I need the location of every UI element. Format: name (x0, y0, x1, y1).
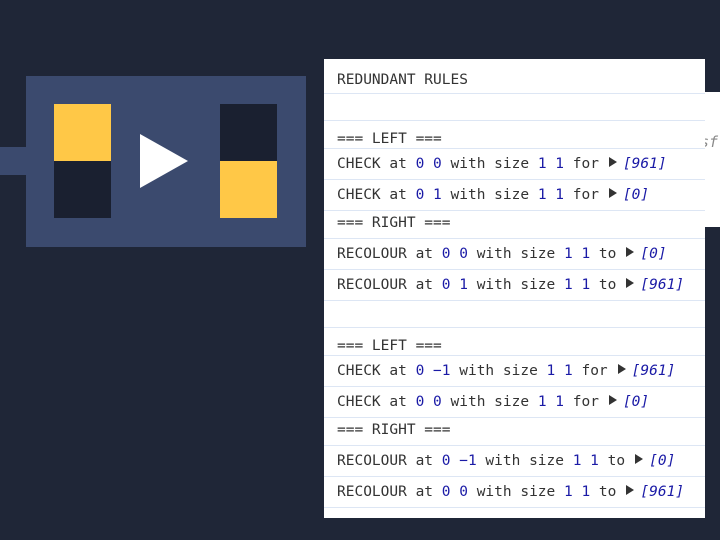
rule-row: CHECK at 0 0 with size 1 1 for [0] (324, 387, 705, 418)
expand-triangle-icon[interactable] (608, 395, 617, 405)
rule-colour: [0] (649, 453, 676, 469)
left-header-text: === LEFT === (337, 338, 442, 354)
rule-position: 0 −1 (441, 453, 477, 469)
rule-row: RECOLOUR at 0 −1 with size 1 1 to [0] (324, 446, 705, 477)
rule-size: 1 1 (537, 187, 565, 203)
rule-keyword: for (564, 394, 599, 410)
rule-keyword: for (564, 156, 599, 172)
rule-colour: [961] (622, 156, 667, 172)
rule-command: RECOLOUR at (337, 453, 442, 469)
after-cell-bottom (220, 161, 277, 218)
expand-triangle-icon[interactable] (626, 247, 635, 257)
rule-command: RECOLOUR at (337, 246, 442, 262)
rule-with: with size (441, 394, 538, 410)
left-header: === LEFT === (324, 328, 705, 356)
rule-size: 1 1 (546, 363, 573, 379)
rule-keyword: to (590, 277, 617, 293)
expand-triangle-icon[interactable] (626, 278, 635, 288)
section-spacer (324, 94, 705, 121)
expand-triangle-icon[interactable] (617, 364, 626, 374)
rule-with: with size (467, 277, 564, 293)
rule-row: RECOLOUR at 0 0 with size 1 1 to [0] (324, 239, 705, 270)
rule-command: RECOLOUR at (337, 484, 442, 500)
rule-row: CHECK at 0 −1 with size 1 1 for [961] (324, 356, 705, 387)
rule-row-text: RECOLOUR at 0 1 with size 1 1 to [961] (337, 276, 684, 294)
rule-with: with size (441, 187, 538, 203)
rule-colour: [0] (622, 394, 650, 410)
rule-with: with size (450, 363, 547, 379)
rule-row-text: CHECK at 0 −1 with size 1 1 for [961] (337, 362, 675, 380)
rule-row: CHECK at 0 1 with size 1 1 for [0] (324, 180, 705, 211)
rule-row-text: CHECK at 0 1 with size 1 1 for [0] (337, 186, 649, 204)
rule-row-text: CHECK at 0 0 with size 1 1 for [0] (337, 393, 649, 411)
rule-position: 0 1 (441, 277, 468, 293)
connector-stub (0, 147, 28, 175)
rule-with: with size (476, 453, 573, 469)
rule-preview (26, 76, 306, 247)
rule-with: with size (467, 246, 564, 262)
rule-size: 1 1 (564, 246, 591, 262)
rule-size: 1 1 (564, 277, 591, 293)
rule-row: RECOLOUR at 0 1 with size 1 1 to [961] (324, 270, 705, 301)
title-row: REDUNDANT RULES (324, 59, 705, 94)
rule-row: RECOLOUR at 0 0 with size 1 1 to [961] (324, 477, 705, 508)
rule-size: 1 1 (537, 156, 565, 172)
rule-command: CHECK at (337, 156, 416, 172)
after-cell-top (220, 104, 277, 161)
rule-row-text: RECOLOUR at 0 −1 with size 1 1 to [0] (337, 452, 675, 470)
rule-size: 1 1 (564, 484, 591, 500)
rule-command: CHECK at (337, 394, 416, 410)
right-header: === RIGHT === (324, 211, 705, 239)
rule-position: 0 0 (441, 484, 468, 500)
left-header: === LEFT === (324, 121, 705, 149)
rule-colour: [961] (640, 484, 685, 500)
rule-position: 0 0 (441, 246, 468, 262)
rule-size: 1 1 (572, 453, 599, 469)
section-spacer (324, 301, 705, 328)
rule-with: with size (467, 484, 564, 500)
redundant-rules-panel: REDUNDANT RULES === LEFT === CHECK at 0 0… (324, 59, 705, 518)
left-header-text: === LEFT === (337, 131, 442, 147)
rule-row-text: RECOLOUR at 0 0 with size 1 1 to [961] (337, 483, 684, 501)
rule-row: CHECK at 0 0 with size 1 1 for [961] (324, 149, 705, 180)
expand-triangle-icon[interactable] (635, 454, 644, 464)
rule-colour: [0] (640, 246, 667, 262)
rule-colour: [961] (640, 277, 685, 293)
before-cell-top (54, 104, 111, 161)
rule-command: CHECK at (337, 363, 416, 379)
right-header-text: === RIGHT === (337, 422, 451, 438)
rule-row-text: RECOLOUR at 0 0 with size 1 1 to [0] (337, 245, 667, 263)
rule-command: CHECK at (337, 187, 416, 203)
panel-title: REDUNDANT RULES (337, 72, 468, 88)
rule-colour: [0] (622, 187, 650, 203)
rule-position: 0 −1 (415, 363, 451, 379)
rule-keyword: to (598, 453, 626, 469)
right-header-text: === RIGHT === (337, 215, 451, 231)
rule-keyword: to (590, 484, 617, 500)
rule-keyword: to (590, 246, 617, 262)
expand-triangle-icon[interactable] (608, 188, 617, 198)
rule-position: 0 0 (415, 394, 442, 410)
before-cell-bottom (54, 161, 111, 218)
rule-command: RECOLOUR at (337, 277, 442, 293)
rule-keyword: for (572, 363, 608, 379)
rule-with: with size (441, 156, 538, 172)
rule-colour: [961] (631, 363, 676, 379)
rule-position: 0 1 (415, 187, 442, 203)
rule-position: 0 0 (415, 156, 442, 172)
play-arrow-icon[interactable] (140, 134, 188, 188)
expand-triangle-icon[interactable] (626, 485, 635, 495)
rule-size: 1 1 (537, 394, 565, 410)
expand-triangle-icon[interactable] (608, 157, 617, 167)
rule-row-text: CHECK at 0 0 with size 1 1 for [961] (337, 155, 667, 173)
right-header: === RIGHT === (324, 418, 705, 446)
rule-keyword: for (564, 187, 599, 203)
